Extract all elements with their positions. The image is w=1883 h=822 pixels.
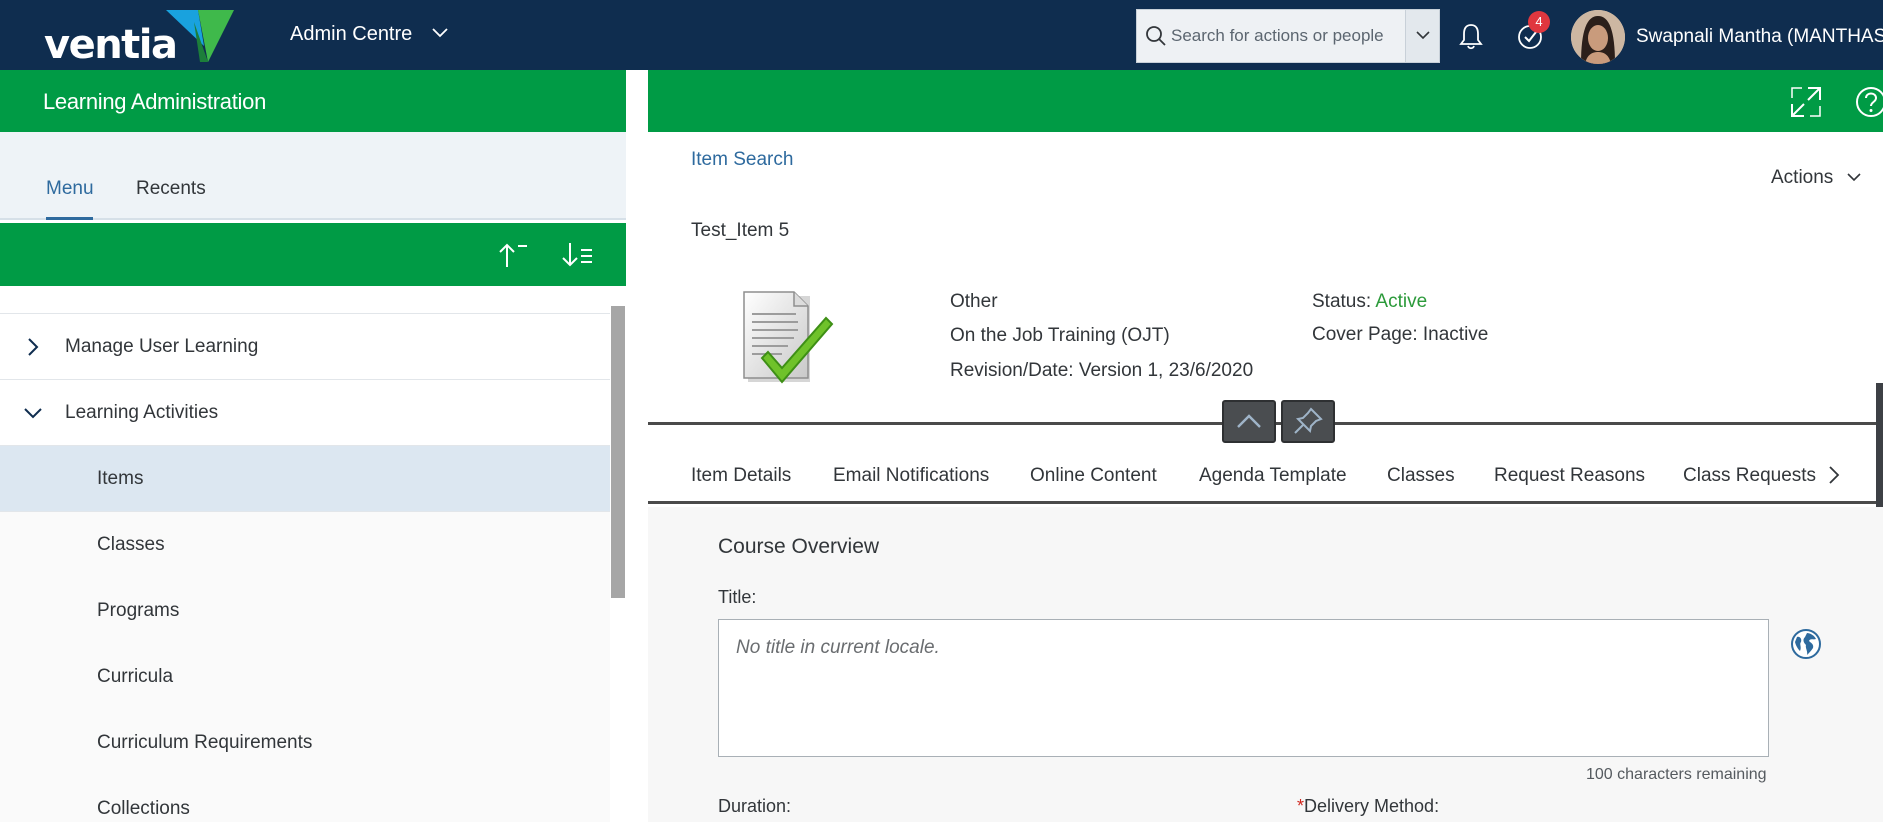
scrollbar-thumb[interactable] (611, 306, 625, 598)
chevron-right-icon (28, 338, 39, 356)
admin-centre-menu[interactable]: Admin Centre (290, 23, 412, 46)
breadcrumb-item-search[interactable]: Item Search (691, 149, 793, 171)
globe-icon[interactable] (1790, 628, 1822, 660)
active-tab-indicator (46, 217, 93, 220)
pin-icon (1294, 407, 1323, 434)
avatar-photo (1571, 10, 1625, 64)
search-scope-dropdown[interactable] (1405, 10, 1439, 62)
panel-gap (626, 70, 648, 822)
tab-agenda-template[interactable]: Agenda Template (1199, 465, 1347, 487)
required-asterisk: * (1297, 796, 1305, 816)
logo-mark-icon (166, 10, 234, 62)
status-label: Status: (1312, 291, 1372, 312)
chevron-up-icon (1237, 414, 1261, 428)
menu-item-label: Learning Activities (65, 402, 219, 423)
collapse-all-icon[interactable] (497, 241, 531, 269)
bell-icon[interactable] (1458, 22, 1484, 50)
menu-item-label: Curriculum Requirements (97, 732, 313, 753)
section-title: Course Overview (718, 535, 880, 558)
collapse-header-button[interactable] (1222, 400, 1276, 443)
search-icon (1146, 26, 1166, 46)
shell-bar: ventia Admin Centre 4 (0, 0, 1883, 70)
tab-classes[interactable]: Classes (1387, 465, 1455, 487)
status-badge: Active (1375, 291, 1428, 312)
left-panel-title: Learning Administration (43, 89, 267, 114)
chevron-down-icon[interactable] (1846, 172, 1862, 182)
delivery-method-field-label: *Delivery Method: (1297, 796, 1440, 816)
help-icon[interactable] (1855, 86, 1883, 118)
title-placeholder: No title in current locale. (736, 637, 940, 658)
menu-item-label: Items (97, 468, 144, 489)
left-panel-tabs: Menu Recents (0, 132, 626, 220)
menu-item-items[interactable]: Items (0, 446, 610, 512)
chevron-down-icon (1416, 31, 1430, 40)
document-check-icon (743, 291, 834, 384)
search-input[interactable] (1171, 10, 1403, 62)
menu-item-learning-activities[interactable]: Learning Activities (0, 380, 610, 446)
menu-item-manage-user-learning[interactable]: Manage User Learning (0, 314, 610, 380)
item-title: Test_Item 5 (691, 220, 790, 241)
actions-menu[interactable]: Actions (1771, 167, 1833, 189)
tab-online-content[interactable]: Online Content (1030, 465, 1157, 487)
cover-page-status: Cover Page: Inactive (1312, 324, 1489, 345)
tab-email-notifications[interactable]: Email Notifications (833, 465, 989, 487)
tab-menu[interactable]: Menu (46, 178, 94, 200)
pin-header-button[interactable] (1281, 400, 1335, 443)
tab-request-reasons[interactable]: Request Reasons (1494, 465, 1645, 487)
tab-class-requests[interactable]: Class Requests (1683, 465, 1816, 487)
tab-recents[interactable]: Recents (136, 178, 206, 200)
left-panel-header: Learning Administration (0, 70, 626, 132)
menu-item-curricula[interactable]: Curricula (0, 644, 610, 710)
menu-item-collections[interactable]: Collections (0, 776, 610, 822)
user-avatar[interactable] (1571, 10, 1625, 64)
global-search (1136, 9, 1440, 63)
right-edge-handle[interactable] (1876, 383, 1883, 526)
expand-all-icon[interactable] (561, 241, 595, 269)
item-type: Other (950, 291, 998, 312)
delivery-type: On the Job Training (OJT) (950, 325, 1170, 346)
duration-field-label: Duration: (718, 796, 792, 816)
expand-icon[interactable] (1790, 86, 1822, 118)
object-tabs: Item Details Email Notifications Online … (648, 446, 1883, 504)
menu-item-curriculum-requirements[interactable]: Curriculum Requirements (0, 710, 610, 776)
menu-item-label: Collections (97, 798, 190, 819)
chevron-down-icon[interactable] (432, 28, 448, 38)
tab-item-details[interactable]: Item Details (691, 465, 791, 487)
menu-item-classes[interactable]: Classes (0, 512, 610, 578)
right-panel-header (648, 70, 1883, 132)
menu-item-label: Curricula (97, 666, 174, 687)
title-field[interactable]: No title in current locale. (718, 619, 1769, 757)
characters-remaining: 100 characters remaining (1586, 766, 1767, 783)
user-name[interactable]: Swapnali Mantha (MANTHAS) (1636, 26, 1883, 48)
title-field-label: Title: (718, 587, 757, 607)
chevron-down-icon (24, 408, 42, 419)
left-panel-toolbar (0, 223, 626, 286)
menu-item-label: Classes (97, 534, 165, 555)
menu-item-label: Programs (97, 600, 180, 621)
revision-date: Revision/Date: Version 1, 23/6/2020 (950, 360, 1254, 381)
menu-item-programs[interactable]: Programs (0, 578, 610, 644)
chevron-right-icon[interactable] (1826, 464, 1842, 486)
status: Status: Active (1312, 291, 1427, 313)
menu-item-label: Manage User Learning (65, 336, 259, 357)
company-logo[interactable]: ventia (44, 8, 234, 66)
notification-count-badge: 4 (1528, 11, 1550, 33)
